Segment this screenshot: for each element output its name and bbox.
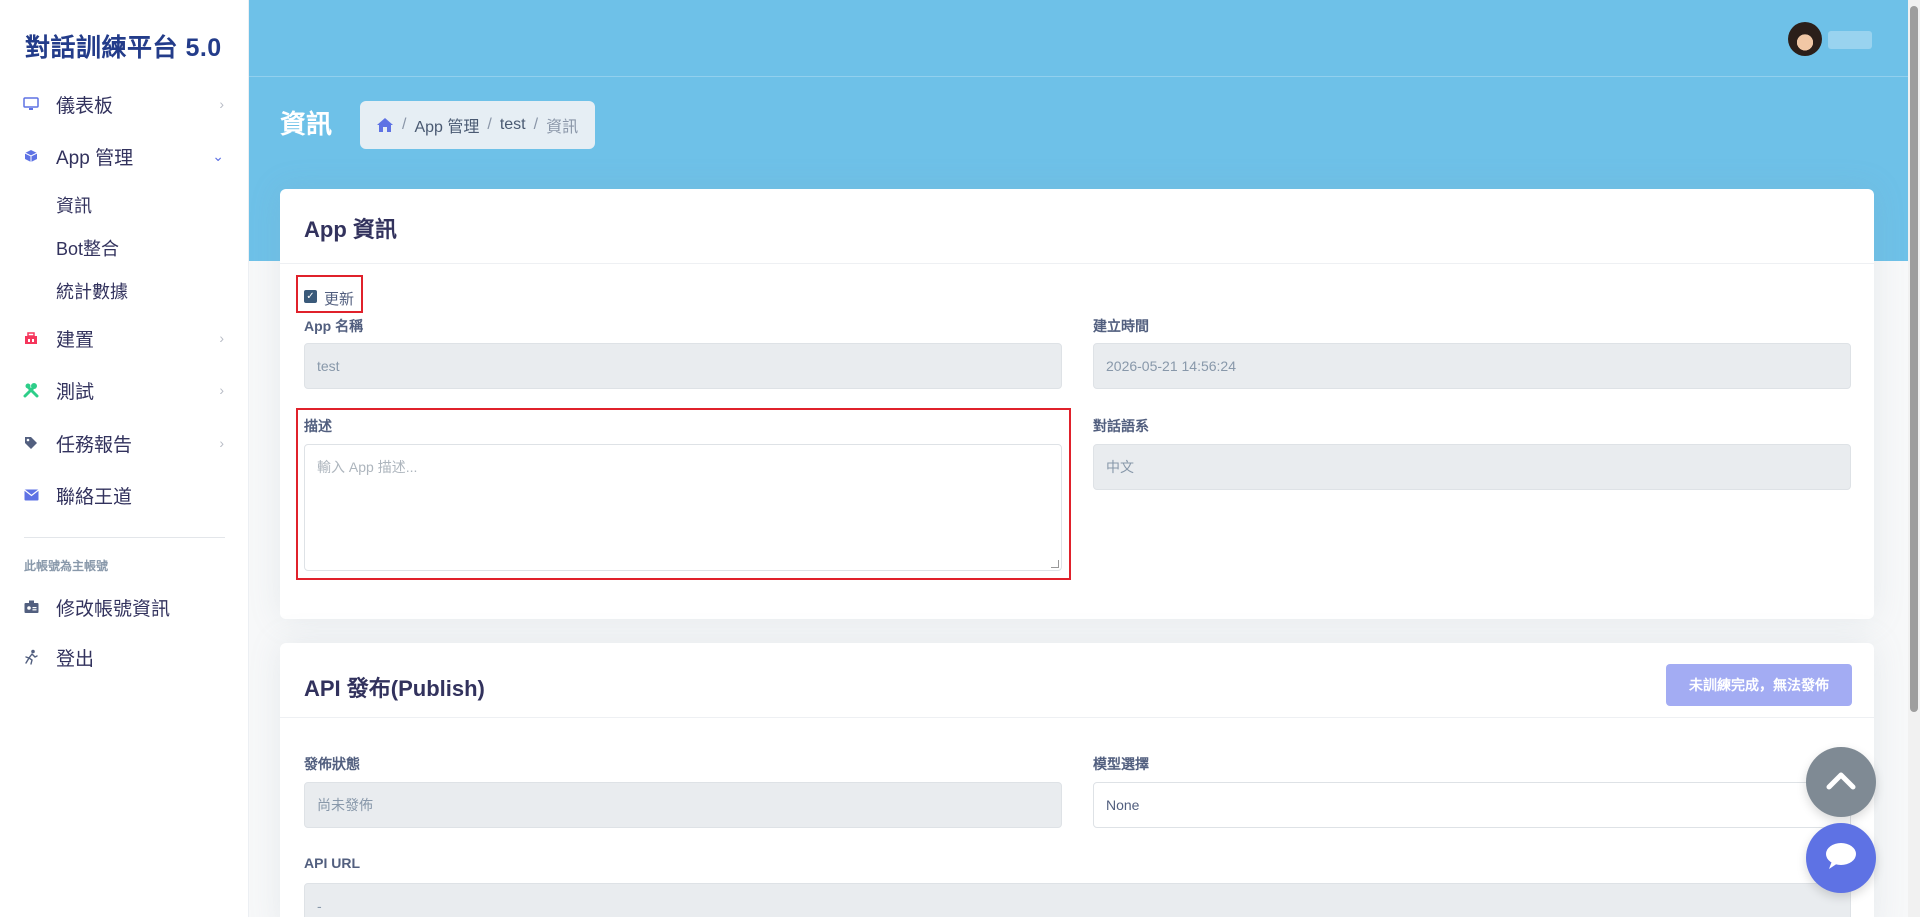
chevron-right-icon: ›: [219, 382, 224, 398]
build-icon: [22, 329, 40, 347]
avatar[interactable]: [1788, 22, 1822, 56]
model-select[interactable]: None: [1093, 782, 1851, 828]
breadcrumb-separator: /: [402, 116, 407, 133]
sidebar-item-test[interactable]: 測試 ›: [0, 372, 249, 408]
created-time-label: 建立時間: [1093, 318, 1149, 334]
sidebar-item-label: 修改帳號資訊: [56, 598, 171, 620]
chevron-right-icon: ›: [219, 330, 224, 346]
sidebar-item-edit-account[interactable]: 修改帳號資訊: [0, 589, 249, 625]
sidebar-subitem-info[interactable]: 資訊: [56, 192, 92, 218]
user-name-blurred[interactable]: [1828, 31, 1872, 49]
sidebar-item-label: 測試: [56, 381, 95, 403]
sidebar-item-logout[interactable]: 登出: [0, 639, 249, 675]
chevron-up-icon: [1826, 770, 1856, 795]
tag-icon: [22, 434, 40, 452]
sidebar-subitem-statistics[interactable]: 統計數據: [56, 278, 128, 304]
publish-status-input[interactable]: 尚未發佈: [304, 782, 1062, 828]
breadcrumb-separator: /: [533, 116, 539, 133]
resize-handle[interactable]: [1051, 560, 1059, 568]
cube-icon: [22, 147, 40, 165]
api-url-label: API URL: [304, 855, 360, 871]
chevron-down-icon: ⌄: [212, 147, 224, 164]
breadcrumb-current: 資訊: [546, 119, 579, 136]
page-scrollbar[interactable]: [1908, 0, 1920, 917]
sidebar-item-label: 聯絡王道: [56, 486, 133, 508]
update-label[interactable]: 更新: [324, 288, 354, 309]
update-checkbox[interactable]: ✓: [304, 290, 317, 303]
app-name-input[interactable]: test: [304, 343, 1062, 389]
sidebar-item-app-management[interactable]: App 管理 ⌄: [0, 138, 249, 174]
envelope-icon: [22, 486, 40, 504]
dialog-language-input[interactable]: 中文: [1093, 444, 1851, 490]
chat-button[interactable]: [1806, 823, 1876, 893]
publish-button[interactable]: 未訓練完成，無法發佈: [1666, 664, 1852, 706]
scrollbar-thumb[interactable]: [1910, 6, 1918, 712]
id-badge-icon: [22, 598, 40, 616]
model-select-label: 模型選擇: [1093, 756, 1149, 772]
description-textarea[interactable]: 輸入 App 描述...: [304, 444, 1062, 571]
breadcrumb-test[interactable]: test: [500, 116, 526, 134]
running-icon: [22, 648, 40, 666]
sidebar-item-label: 任務報告: [56, 434, 133, 456]
tools-icon: [22, 381, 40, 399]
card-header: API 發布(Publish) 未訓練完成，無法發佈: [280, 643, 1874, 718]
chevron-right-icon: ›: [219, 96, 224, 112]
scroll-to-top-button[interactable]: [1806, 747, 1876, 817]
breadcrumb: / App 管理 / test / 資訊: [360, 101, 595, 149]
created-time-input[interactable]: 2026-05-21 14:56:24: [1093, 343, 1851, 389]
sidebar-divider: [24, 537, 225, 538]
monitor-icon: [22, 95, 40, 113]
sidebar-item-label: 建置: [56, 329, 95, 351]
header-divider: [249, 76, 1920, 77]
account-caption: 此帳號為主帳號: [24, 559, 109, 573]
brand-title[interactable]: 對話訓練平台 5.0: [25, 28, 222, 64]
publish-status-label: 發佈狀態: [304, 756, 360, 772]
sidebar-item-contact[interactable]: 聯絡王道: [0, 477, 249, 513]
breadcrumb-separator: /: [487, 116, 492, 133]
api-url-input[interactable]: -: [304, 883, 1851, 917]
description-label: 描述: [304, 418, 332, 434]
sidebar-item-label: 登出: [56, 648, 95, 670]
app-name-label: App 名稱: [304, 318, 364, 334]
app-info-title: App 資訊: [304, 217, 397, 242]
card-header: App 資訊: [280, 189, 1874, 264]
api-publish-title: API 發布(Publish): [304, 676, 485, 701]
sidebar: 對話訓練平台 5.0 儀表板 › App 管理 ⌄ 資訊 Bot整合 統計數據 …: [0, 0, 249, 917]
api-publish-card: API 發布(Publish) 未訓練完成，無法發佈 發佈狀態 尚未發佈 模型選…: [280, 643, 1874, 917]
sidebar-item-build[interactable]: 建置 ›: [0, 320, 249, 356]
sidebar-item-label: 儀表板: [56, 95, 114, 117]
description-placeholder: 輸入 App 描述...: [317, 459, 418, 475]
sidebar-item-task-report[interactable]: 任務報告 ›: [0, 425, 249, 461]
sidebar-item-label: App 管理: [56, 147, 134, 169]
sidebar-item-dashboard[interactable]: 儀表板 ›: [0, 86, 249, 122]
page-title: 資訊: [280, 109, 333, 139]
chevron-right-icon: ›: [219, 435, 224, 451]
dialog-language-label: 對話語系: [1093, 418, 1149, 434]
home-icon[interactable]: [376, 117, 394, 133]
app-info-card: App 資訊 ✓ 更新 App 名稱 test 建立時間 2026-05-21 …: [280, 189, 1874, 619]
breadcrumb-app-management[interactable]: App 管理: [414, 113, 479, 137]
chat-bubble-icon: [1824, 841, 1858, 876]
sidebar-subitem-bot-integration[interactable]: Bot整合: [56, 235, 119, 261]
